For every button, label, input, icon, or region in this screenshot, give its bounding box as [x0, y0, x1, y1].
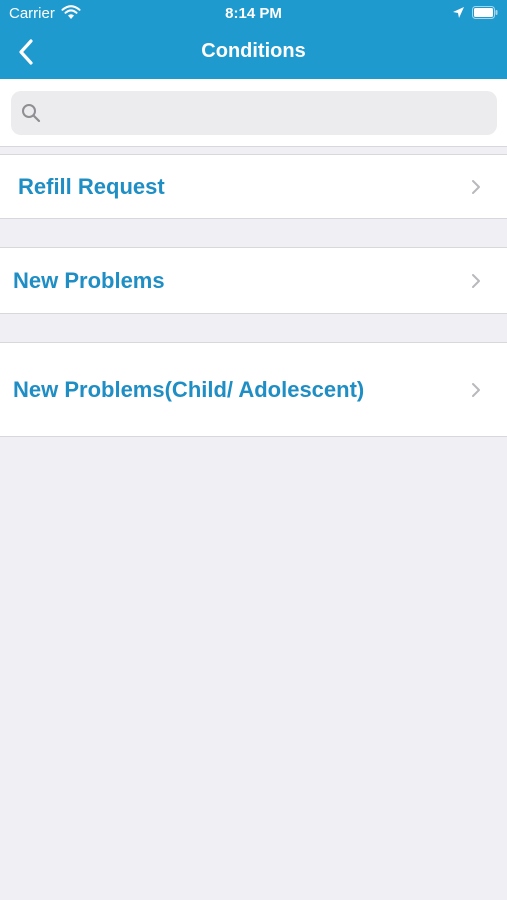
list-item-label: Refill Request	[18, 174, 165, 199]
navigation-bar: Conditions	[0, 28, 507, 79]
list-item-label: New Problems(Child/ Adolescent)	[13, 377, 365, 402]
battery-icon	[472, 6, 498, 19]
location-icon	[453, 7, 464, 18]
chevron-right-icon	[472, 180, 480, 194]
list-item-new-problems[interactable]: New Problems	[0, 247, 507, 314]
page-title: Conditions	[201, 40, 306, 62]
status-time: 8:14 PM	[225, 5, 282, 22]
app-header: Carrier 8:14 PM Conditions	[0, 0, 507, 79]
search-icon	[22, 104, 41, 123]
status-bar: Carrier 8:14 PM	[0, 0, 507, 28]
list-item-new-problems-child-adolescent[interactable]: New Problems(Child/ Adolescent)	[0, 342, 507, 437]
list-item-label: New Problems	[13, 268, 165, 293]
chevron-right-icon	[472, 383, 480, 397]
list-item-refill-request[interactable]: Refill Request	[0, 154, 507, 219]
chevron-right-icon	[472, 274, 480, 288]
search-field[interactable]	[11, 91, 497, 135]
search-input[interactable]	[51, 91, 481, 135]
search-bar	[0, 79, 507, 147]
